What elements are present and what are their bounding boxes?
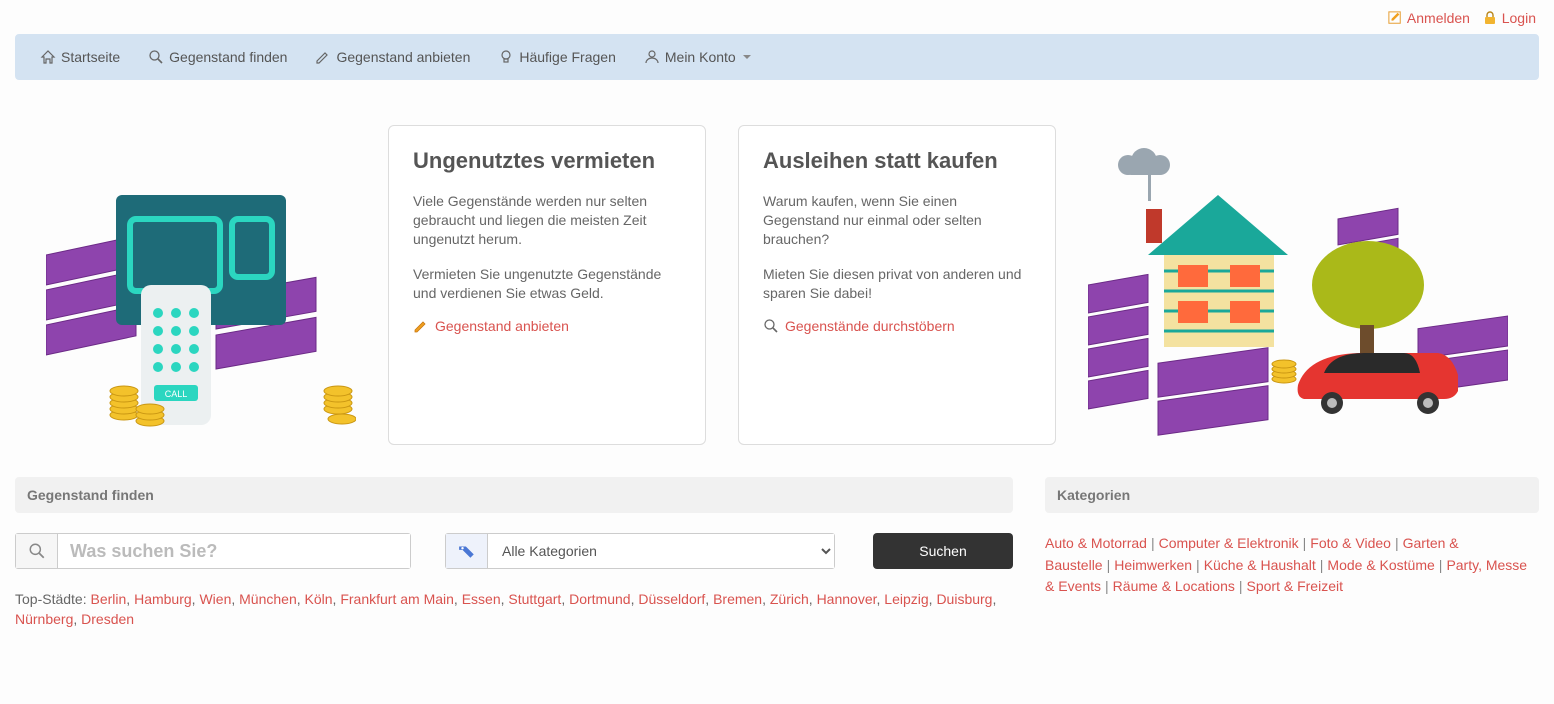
bottom-columns: Gegenstand finden Alle Kategorien Suchen… [15, 477, 1539, 630]
search-row: Alle Kategorien Suchen [15, 533, 1013, 569]
hero-illustration-left: CALL [46, 125, 356, 445]
city-link[interactable]: Essen [462, 591, 501, 607]
nav-offer-label: Gegenstand anbieten [336, 49, 470, 65]
panel-rent-out-title: Ungenutztes vermieten [413, 148, 681, 174]
search-icon [28, 542, 46, 560]
separator: | [1103, 557, 1115, 573]
hero-section: CALL Ungenutztes vermieten Viele Gegenst… [15, 125, 1539, 445]
separator: | [1235, 578, 1247, 594]
bulb-icon [498, 49, 514, 65]
city-link[interactable]: München [239, 591, 297, 607]
lock-icon [1484, 11, 1496, 25]
city-link[interactable]: Nürnberg [15, 611, 73, 627]
categories-header: Kategorien [1045, 477, 1539, 513]
category-select[interactable]: Alle Kategorien [488, 534, 834, 568]
separator: | [1391, 535, 1403, 551]
search-box [15, 533, 411, 569]
nav-home-label: Startseite [61, 49, 120, 65]
city-link[interactable]: Düsseldorf [638, 591, 705, 607]
top-cities-label: Top-Städte: [15, 591, 87, 607]
panel-borrow-link-label: Gegenstände durchstöbern [785, 318, 955, 334]
nav-home[interactable]: Startseite [26, 37, 134, 77]
city-link[interactable]: Dortmund [569, 591, 630, 607]
city-link[interactable]: Hannover [817, 591, 877, 607]
tag-icon-addon [446, 534, 488, 568]
categories-column: Kategorien Auto & Motorrad|Computer & El… [1045, 477, 1539, 598]
panel-rent-out-link[interactable]: Gegenstand anbieten [413, 318, 569, 334]
categories-list: Auto & Motorrad|Computer & Elektronik|Fo… [1045, 533, 1539, 598]
category-link[interactable]: Räume & Locations [1113, 578, 1235, 594]
svg-text:CALL: CALL [165, 389, 188, 399]
pencil-icon [315, 49, 331, 65]
nav-account[interactable]: Mein Konto [630, 37, 765, 77]
search-column: Gegenstand finden Alle Kategorien Suchen… [15, 477, 1013, 630]
city-link[interactable]: Hamburg [134, 591, 192, 607]
separator: | [1101, 578, 1113, 594]
separator: | [1147, 535, 1159, 551]
city-link[interactable]: Zürich [770, 591, 809, 607]
category-link[interactable]: Foto & Video [1310, 535, 1391, 551]
nav-find-label: Gegenstand finden [169, 49, 287, 65]
chevron-down-icon [743, 55, 751, 59]
search-header: Gegenstand finden [15, 477, 1013, 513]
city-link[interactable]: Stuttgart [508, 591, 561, 607]
panel-borrow-text1: Warum kaufen, wenn Sie einen Gegenstand … [763, 192, 1031, 249]
category-link[interactable]: Computer & Elektronik [1159, 535, 1299, 551]
category-link[interactable]: Mode & Kostüme [1327, 557, 1434, 573]
tag-icon [458, 542, 476, 560]
nav-find[interactable]: Gegenstand finden [134, 37, 301, 77]
panel-borrow-link[interactable]: Gegenstände durchstöbern [763, 318, 955, 334]
separator: | [1299, 535, 1311, 551]
category-link[interactable]: Sport & Freizeit [1247, 578, 1343, 594]
panel-rent-out-text2: Vermieten Sie ungenutzte Gegenstände und… [413, 265, 681, 303]
top-cities: Top-Städte: Berlin, Hamburg, Wien, Münch… [15, 589, 1013, 630]
nav-faq[interactable]: Häufige Fragen [484, 37, 630, 77]
city-link[interactable]: Köln [305, 591, 333, 607]
user-icon [644, 49, 660, 65]
city-link[interactable]: Frankfurt am Main [340, 591, 454, 607]
city-link[interactable]: Duisburg [936, 591, 992, 607]
city-link[interactable]: Wien [199, 591, 231, 607]
category-link[interactable]: Heimwerken [1114, 557, 1192, 573]
register-link[interactable]: Anmelden [1388, 10, 1474, 26]
home-icon [40, 49, 56, 65]
city-link[interactable]: Dresden [81, 611, 134, 627]
category-link[interactable]: Auto & Motorrad [1045, 535, 1147, 551]
search-icon-addon [16, 534, 58, 568]
hero-illustration-right [1088, 125, 1508, 445]
nav-account-label: Mein Konto [665, 49, 736, 65]
main-navbar: Startseite Gegenstand finden Gegenstand … [15, 34, 1539, 80]
category-link[interactable]: Küche & Haushalt [1204, 557, 1316, 573]
panel-rent-out-text1: Viele Gegenstände werden nur selten gebr… [413, 192, 681, 249]
search-icon [148, 49, 164, 65]
separator: | [1192, 557, 1204, 573]
login-label: Login [1502, 10, 1536, 26]
edit-icon [1388, 11, 1402, 25]
nav-offer[interactable]: Gegenstand anbieten [301, 37, 484, 77]
nav-faq-label: Häufige Fragen [519, 49, 616, 65]
panel-borrow-title: Ausleihen statt kaufen [763, 148, 1031, 174]
panel-rent-out: Ungenutztes vermieten Viele Gegenstände … [388, 125, 706, 445]
city-link[interactable]: Leipzig [884, 591, 928, 607]
category-box: Alle Kategorien [445, 533, 835, 569]
panel-borrow: Ausleihen statt kaufen Warum kaufen, wen… [738, 125, 1056, 445]
city-link[interactable]: Bremen [713, 591, 762, 607]
top-links: Anmelden Login [0, 0, 1554, 34]
register-label: Anmelden [1407, 10, 1470, 26]
separator: | [1316, 557, 1328, 573]
panel-rent-out-link-label: Gegenstand anbieten [435, 318, 569, 334]
pencil-icon [413, 318, 429, 334]
login-link[interactable]: Login [1484, 10, 1536, 26]
search-button[interactable]: Suchen [873, 533, 1013, 569]
city-link[interactable]: Berlin [91, 591, 127, 607]
panel-borrow-text2: Mieten Sie diesen privat von anderen und… [763, 265, 1031, 303]
search-input[interactable] [58, 534, 410, 568]
search-icon [763, 318, 779, 334]
separator: | [1435, 557, 1447, 573]
